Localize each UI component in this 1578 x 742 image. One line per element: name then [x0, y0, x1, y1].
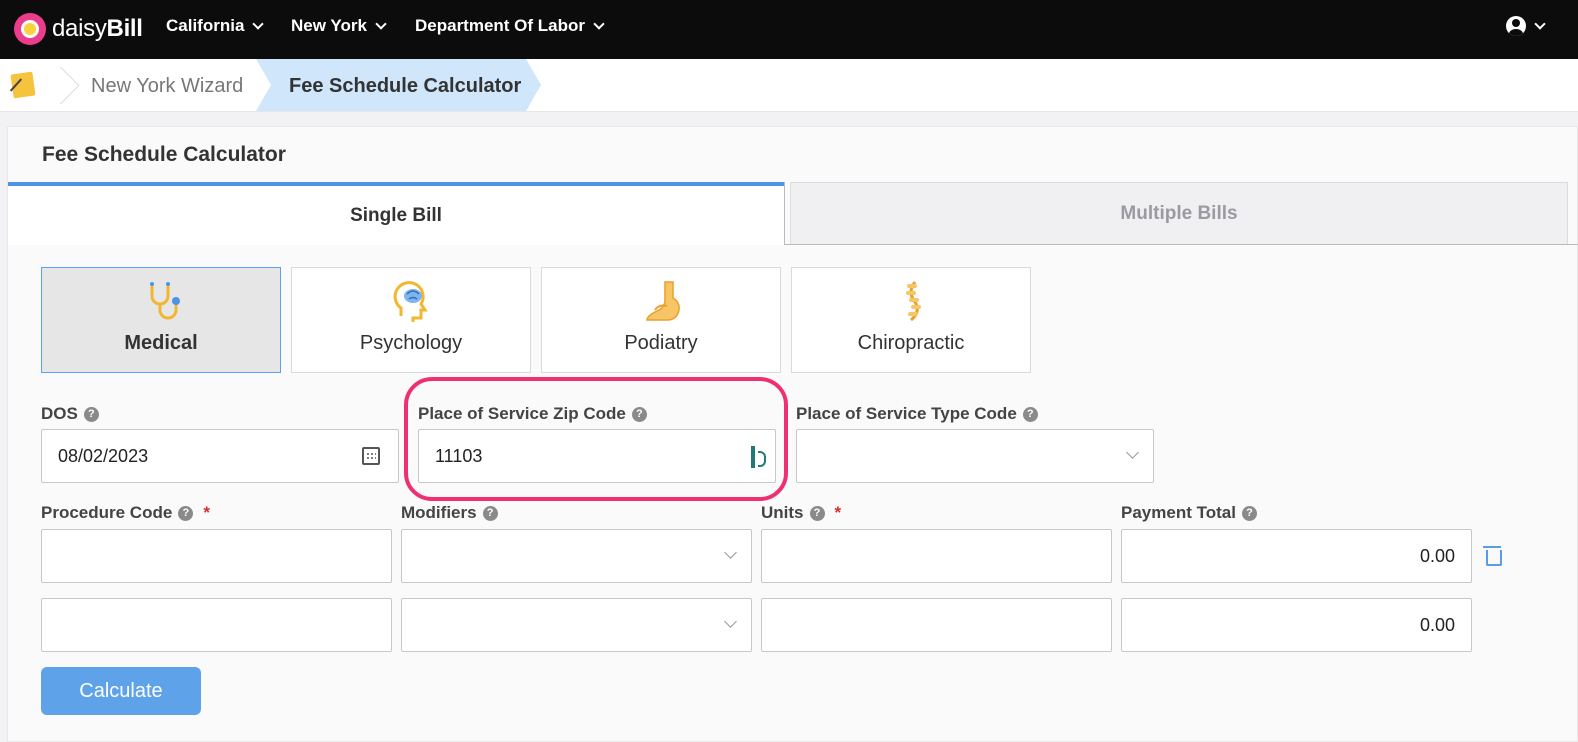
nav-label: California: [166, 16, 245, 35]
pos-type-select[interactable]: [796, 429, 1154, 483]
foot-icon: [646, 281, 680, 321]
required-mark: *: [834, 503, 842, 522]
chevron-down-icon: [252, 17, 265, 30]
dos-label: DOS?: [41, 404, 99, 424]
payment-total-field[interactable]: 0.00: [1121, 598, 1472, 652]
pos-type-label: Place of Service Type Code?: [796, 404, 1038, 424]
payment-total-field[interactable]: 0.00: [1121, 529, 1472, 583]
nav-label: Department Of Labor: [415, 16, 586, 35]
breadcrumb-fee-schedule-calculator: Fee Schedule Calculator: [289, 75, 522, 97]
bill-type-podiatry[interactable]: Podiatry: [541, 267, 781, 373]
tab-multiple-bills[interactable]: Multiple Bills: [790, 182, 1568, 245]
nav-california-dropdown[interactable]: California: [166, 16, 265, 36]
user-menu[interactable]: [1506, 16, 1546, 36]
dos-date-input[interactable]: 08/02/2023: [41, 429, 399, 483]
breadcrumb: New York Wizard Fee Schedule Calculator: [0, 59, 1578, 112]
field-label-text: Place of Service Type Code: [796, 404, 1017, 423]
modifiers-label: Modifiers?: [401, 503, 498, 523]
breadcrumb-current: Fee Schedule Calculator: [256, 59, 541, 111]
help-icon[interactable]: ?: [1022, 406, 1038, 422]
payment-value: 0.00: [1419, 615, 1455, 635]
units-input[interactable]: [761, 529, 1112, 583]
modifiers-select[interactable]: [401, 598, 752, 652]
logo-text: daisyBill: [52, 15, 143, 42]
bill-type-label: Chiropractic: [857, 332, 965, 354]
field-label-text: Modifiers: [401, 503, 477, 522]
field-label-text: Procedure Code: [41, 503, 173, 522]
tab-divider: [784, 244, 1578, 245]
home-notepad-icon[interactable]: [10, 71, 36, 99]
nav-new-york-dropdown[interactable]: New York: [291, 16, 387, 36]
trash-icon[interactable]: [1483, 544, 1502, 566]
procedure-code-input[interactable]: [41, 598, 392, 652]
help-icon[interactable]: ?: [809, 505, 825, 521]
bill-type-chiropractic[interactable]: Chiropractic: [791, 267, 1031, 373]
procedure-code-input[interactable]: [41, 529, 392, 583]
bill-type-label: Psychology: [359, 332, 463, 354]
user-avatar-icon: [1506, 16, 1526, 36]
tab-single-bill[interactable]: Single Bill: [8, 182, 784, 245]
nav-label: New York: [291, 16, 367, 35]
units-input[interactable]: [761, 598, 1112, 652]
top-navbar: daisyBill California New York Department…: [0, 0, 1578, 59]
tab-divider: [784, 182, 785, 245]
spine-icon: [906, 281, 921, 322]
daisy-flower-icon: [14, 13, 46, 45]
procedure-code-label: Procedure Code? *: [41, 503, 210, 523]
help-icon[interactable]: ?: [83, 406, 99, 422]
bill-type-medical[interactable]: Medical: [41, 267, 281, 373]
chevron-down-icon: [724, 546, 737, 559]
chevron-down-icon: [375, 17, 387, 30]
brain-icon: [393, 281, 428, 322]
chevron-down-icon: [593, 17, 605, 30]
zip-code-highlight-annotation: [404, 377, 788, 501]
bill-type-label: Medical: [124, 332, 198, 354]
calendar-icon[interactable]: [362, 447, 380, 465]
nav-department-of-labor-dropdown[interactable]: Department Of Labor: [415, 16, 605, 36]
field-label-text: Payment Total: [1121, 503, 1236, 522]
chevron-down-icon: [724, 615, 737, 628]
field-label-text: DOS: [41, 404, 78, 423]
breadcrumb-new-york-wizard[interactable]: New York Wizard: [91, 75, 243, 98]
chevron-down-icon: [1534, 17, 1546, 30]
stethoscope-icon: [150, 282, 180, 320]
bill-type-label: Podiatry: [624, 332, 698, 354]
calculate-button[interactable]: Calculate: [41, 667, 201, 715]
required-mark: *: [203, 503, 210, 522]
help-icon[interactable]: ?: [1241, 505, 1257, 521]
help-icon[interactable]: ?: [178, 505, 194, 521]
help-icon[interactable]: ?: [482, 505, 498, 521]
units-label: Units? *: [761, 503, 841, 523]
chevron-down-icon: [1126, 446, 1139, 459]
payment-total-label: Payment Total?: [1121, 503, 1257, 523]
payment-value: 0.00: [1419, 546, 1455, 566]
dos-value: 08/02/2023: [58, 446, 149, 466]
fee-schedule-card: Fee Schedule Calculator Single Bill Mult…: [7, 126, 1578, 742]
modifiers-select[interactable]: [401, 529, 752, 583]
field-label-text: Units: [761, 503, 804, 522]
bill-type-psychology[interactable]: Psychology: [291, 267, 531, 373]
page-title: Fee Schedule Calculator: [42, 143, 286, 166]
daisybill-logo[interactable]: daisyBill: [14, 12, 143, 46]
